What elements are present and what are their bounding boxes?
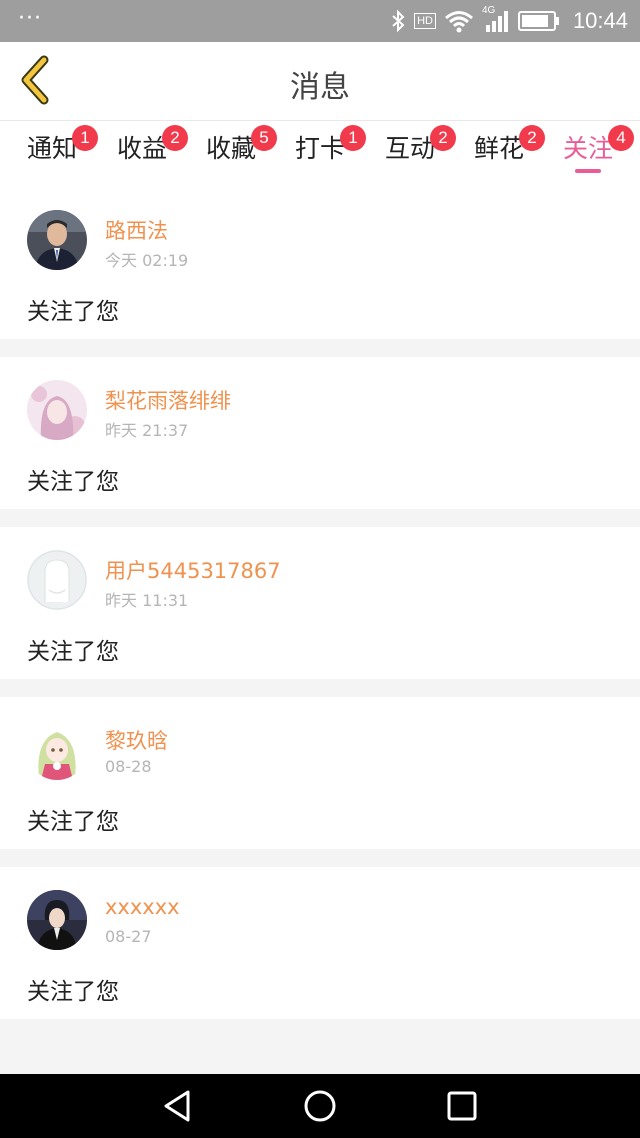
signal-icon: 4G [482, 5, 510, 33]
user-name[interactable]: 路西法 [105, 215, 168, 245]
tab-label: 互动 [384, 134, 435, 163]
tab-label: 打卡 [294, 134, 345, 163]
tab-checkin[interactable]: 打卡 1 [275, 125, 366, 175]
hd-icon: HD [414, 13, 436, 29]
tab-bar: 通知 1 收益 2 收藏 5 打卡 1 互动 2 鲜花 2 关注 4 [0, 121, 640, 187]
avatar[interactable] [27, 550, 87, 610]
notification-dots: ··· [18, 6, 42, 31]
message-item[interactable]: 用户5445317867 昨天 11:31 关注了您 [0, 527, 640, 679]
bluetooth-icon [392, 9, 405, 33]
clock: 10:44 [572, 8, 628, 33]
nav-home-button[interactable] [302, 1088, 338, 1124]
circle-home-icon [304, 1090, 336, 1122]
tab-flowers[interactable]: 鲜花 2 [454, 125, 545, 175]
avatar[interactable] [27, 890, 87, 950]
count-badge: 2 [429, 125, 456, 151]
tab-label: 收益 [116, 134, 167, 163]
avatar[interactable] [27, 380, 87, 440]
default-avatar-icon [27, 550, 87, 610]
message-text: 关注了您 [27, 979, 119, 1005]
status-bar: ··· HD 4G 10:44 [0, 0, 640, 42]
wifi-icon [445, 11, 473, 33]
header: 消息 [0, 42, 640, 121]
count-badge: 1 [71, 125, 98, 151]
tab-label: 收藏 [205, 134, 256, 163]
user-avatar-icon [27, 380, 87, 440]
message-item[interactable]: 黎玖晗 08-28 关注了您 [0, 697, 640, 849]
message-list: 路西法 今天 02:19 关注了您 梨花雨落绯绯 昨天 21:37 关注了您 用… [0, 187, 640, 1037]
tab-label: 关注 [562, 134, 613, 163]
page-title: 消息 [290, 70, 350, 105]
tab-notifications[interactable]: 通知 1 [7, 125, 98, 175]
timestamp: 08-27 [105, 927, 152, 946]
tab-interactions[interactable]: 互动 2 [365, 125, 456, 175]
user-name[interactable]: xxxxxx [105, 895, 180, 919]
message-text: 关注了您 [27, 639, 119, 665]
count-badge: 4 [607, 125, 634, 151]
timestamp: 今天 02:19 [105, 251, 189, 270]
message-text: 关注了您 [27, 809, 119, 835]
user-name[interactable]: 梨花雨落绯绯 [105, 385, 231, 415]
tab-follows[interactable]: 关注 4 [543, 125, 634, 175]
system-navigation-bar [0, 1074, 640, 1138]
nav-recents-button[interactable] [444, 1088, 480, 1124]
user-name[interactable]: 用户5445317867 [105, 555, 281, 585]
triangle-back-icon [164, 1090, 190, 1122]
battery-icon [518, 11, 559, 31]
count-badge: 1 [339, 125, 366, 151]
avatar[interactable] [27, 720, 87, 780]
user-avatar-icon [27, 210, 87, 270]
square-recents-icon [447, 1091, 477, 1121]
timestamp: 昨天 21:37 [105, 421, 189, 440]
user-avatar-icon [27, 890, 87, 950]
count-badge: 2 [518, 125, 545, 151]
active-tab-indicator [574, 169, 601, 173]
nav-back-button[interactable] [160, 1088, 196, 1124]
message-item[interactable]: 梨花雨落绯绯 昨天 21:37 关注了您 [0, 357, 640, 509]
user-avatar-icon [27, 720, 87, 780]
tab-label: 通知 [26, 134, 77, 163]
count-badge: 5 [250, 125, 277, 151]
tab-favorites[interactable]: 收藏 5 [186, 125, 277, 175]
timestamp: 昨天 11:31 [105, 591, 189, 610]
tab-earnings[interactable]: 收益 2 [97, 125, 188, 175]
message-text: 关注了您 [27, 469, 119, 495]
status-icons: HD 4G [390, 5, 560, 35]
timestamp: 08-28 [105, 757, 152, 776]
message-item[interactable]: 路西法 今天 02:19 关注了您 [0, 187, 640, 339]
message-text: 关注了您 [27, 299, 119, 325]
count-badge: 2 [161, 125, 188, 151]
message-item[interactable]: xxxxxx 08-27 关注了您 [0, 867, 640, 1019]
tab-label: 鲜花 [473, 134, 524, 163]
user-name[interactable]: 黎玖晗 [105, 725, 168, 755]
avatar[interactable] [27, 210, 87, 270]
